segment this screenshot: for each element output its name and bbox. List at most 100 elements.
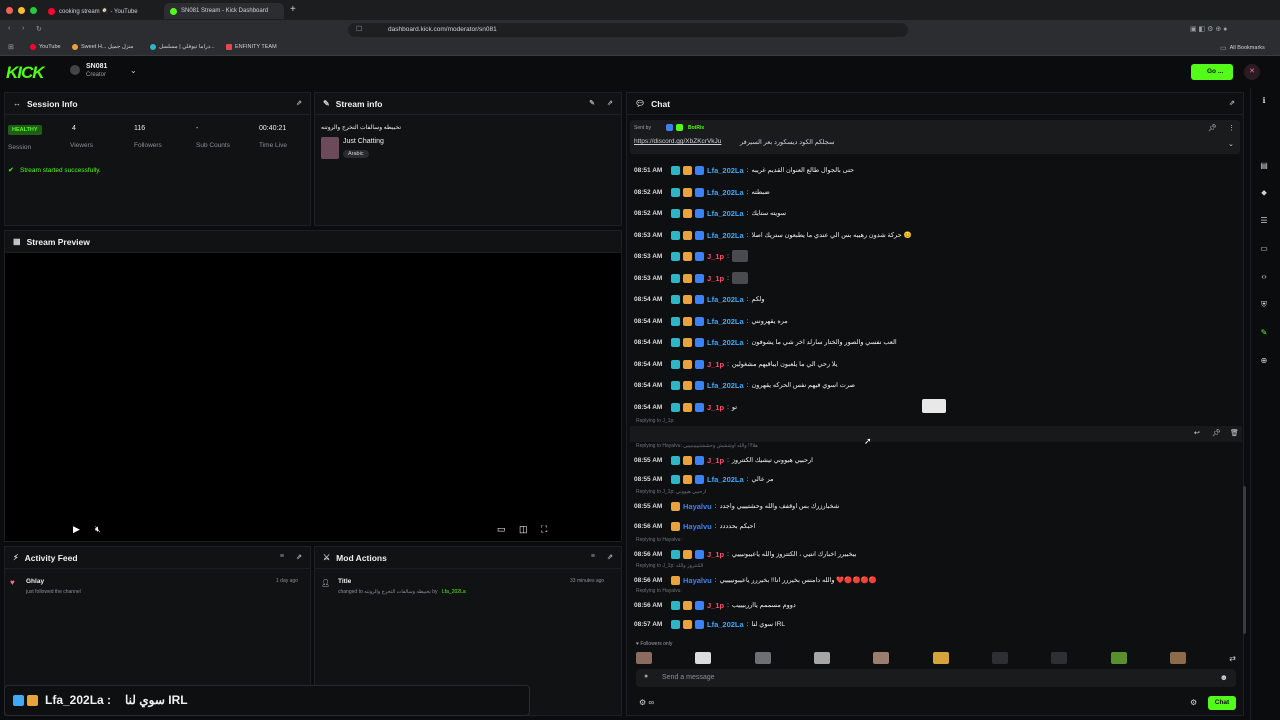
shield-icon[interactable]: ⛨ [1257,300,1271,314]
close-window-button[interactable] [6,7,13,14]
message-username[interactable]: J_1p [707,403,724,412]
reload-icon[interactable]: ↻ [36,25,42,33]
chat-message[interactable]: 08:52 AM Lfa_202La: ضبطته [634,185,770,199]
chat-message[interactable]: 08:55 AM J_1p: ارحبيي هيووني تيشيك الكتترو… [634,453,813,467]
emote-icon[interactable] [754,652,771,664]
emote-icon[interactable] [695,652,712,664]
message-username[interactable]: J_1p [707,360,724,369]
reply-context[interactable]: Replying to J_1p: الكتتروز والله [636,563,703,569]
chat-message[interactable]: 08:56 AM J_1p: دووم مسممم ياارربيييب [634,598,796,612]
emote-icon[interactable] [932,652,949,664]
chat-message[interactable]: 08:56 AM Hayalvu: احبكم بحدددد [634,519,755,533]
all-bookmarks[interactable]: ▭ All Bookmarks [1220,44,1265,52]
settings-icon[interactable]: ⚙ [1190,698,1197,707]
bookmark-drama[interactable]: دراما تيوفلي | مسلسل... [150,44,215,50]
minimize-window-button[interactable] [18,7,25,14]
chat-message[interactable]: 08:54 AM J_1p: يلا رحي الي ما يلعبون ايباق… [634,357,838,371]
filter-icon[interactable]: ≡ [280,553,284,560]
send-chat-button[interactable]: Chat [1208,696,1236,710]
message-username[interactable]: J_1p [707,456,724,465]
chat-input[interactable]: ● Send a message ☻ [636,669,1236,687]
chat-message[interactable]: 08:55 AM Hayalvu: شخبارزرك بس اوقفف والله … [634,499,839,513]
chat-message[interactable]: 08:56 AM Hayalvu: والله دامنس بخيررر انا!!… [634,573,877,587]
go-live-button[interactable]: Go ... [1191,64,1233,80]
extensions-icon[interactable]: ▣ ◧ ⚙ ⊕ ● [1190,25,1227,33]
bookmark-youtube[interactable]: YouTube [30,44,61,50]
reply-icon[interactable]: ↩ [1194,429,1200,437]
chat-message[interactable]: 08:53 AM J_1p: [634,271,748,285]
emote-icon[interactable] [813,652,830,664]
stream-category[interactable]: Just Chatting [343,138,384,145]
message-username[interactable]: Lfa_202La [707,209,744,218]
chat-message[interactable]: 08:51 AM Lfa_202La: حتى بالجوال طالع العنو… [634,163,854,177]
emote-icon[interactable] [1051,652,1068,664]
popout-icon[interactable]: ⇗ [607,553,613,561]
browser-tab-kick[interactable]: SN081 Stream - Kick Dashboard [164,3,284,19]
pointer-icon[interactable]: ⬥ [1257,188,1271,202]
comment-icon[interactable]: ▭ [1257,244,1271,258]
play-icon[interactable]: ▶ [73,524,80,535]
message-username[interactable]: Lfa_202La [707,381,744,390]
reply-context[interactable]: Replying to J_1p: ارحبيي هيووني [636,489,706,495]
message-username[interactable]: Lfa_202La [707,317,744,326]
info-icon[interactable]: ℹ [1257,96,1271,110]
chat-message[interactable]: 08:54 AM J_1p: تو [634,400,737,414]
chat-settings-icon[interactable]: ⚙ ∞ [639,698,654,707]
emote-icon[interactable] [873,652,890,664]
chat-scrollbar[interactable] [1243,486,1246,634]
filter-icon[interactable]: ≡ [591,553,595,560]
back-icon[interactable]: ‹ [8,25,10,32]
emote-icon[interactable] [1169,652,1186,664]
message-username[interactable]: Hayalvu [683,522,712,531]
code-icon[interactable]: ‹› [1257,272,1271,286]
chat-message[interactable]: 08:55 AM Lfa_202La: مر عالي [634,472,774,486]
message-username[interactable]: Lfa_202La [707,620,744,629]
message-username[interactable]: Lfa_202La [707,475,744,484]
delete-icon[interactable]: 🗑︎ [1230,429,1239,437]
chat-message[interactable]: 08:56 AM J_1p: بيخبيرر اخبارك انتيي ، الكت… [634,547,856,561]
maximize-window-button[interactable] [30,7,37,14]
chat-message[interactable]: 08:53 AM Lfa_202La: حركة شدون رهيبه بس الي… [634,228,912,242]
browser-tab-youtube[interactable]: cooking stream 🍳 - YouTube [42,3,162,19]
message-username[interactable]: Lfa_202La [707,231,744,240]
pinned-sender[interactable]: BotRix [688,125,704,131]
add-widget-icon[interactable]: ⊕ [1257,356,1271,370]
reply-context[interactable]: Replying to J_1p: [636,418,675,424]
popout-icon[interactable]: ⇗ [607,99,613,107]
more-options-icon[interactable]: ⋮ [1228,124,1235,132]
message-username[interactable]: Lfa_202La [707,295,744,304]
list-icon[interactable]: ☰ [1257,216,1271,230]
message-username[interactable]: Lfa_202La [707,188,744,197]
bookmark-sweet-home[interactable]: Sweet H... منزل جميل [72,44,133,50]
emote-icon[interactable] [636,652,652,664]
message-username[interactable]: J_1p [707,550,724,559]
chat-message[interactable]: 08:52 AM Lfa_202La: سويته ستايك [634,206,786,220]
reply-context[interactable]: Replying to Hayalvu: [636,537,682,543]
reply-context[interactable]: Replying to Hayalvu: [636,588,682,594]
address-bar[interactable]: dashboard.kick.com/moderator/sn081 [348,23,908,37]
profile-avatar-icon[interactable]: ✕ [1244,64,1260,80]
chat-message[interactable]: 08:53 AM J_1p: [634,249,748,263]
emoji-icon[interactable]: ☻ [1220,673,1228,682]
tools-icon[interactable]: ✎ [1257,328,1271,342]
theater-mode-icon[interactable]: ▭ [497,524,506,535]
mod-action-user[interactable]: Lfa_202La [442,589,466,595]
message-username[interactable]: J_1p [707,274,724,283]
emote-icon[interactable] [991,652,1008,664]
edit-icon[interactable]: ✎ [589,99,595,107]
new-tab-button[interactable]: + [290,4,296,15]
message-username[interactable]: Lfa_202La [707,338,744,347]
kick-logo[interactable]: KICK [6,63,45,83]
chat-message[interactable]: 08:54 AM Lfa_202La: مره يقهرونني [634,314,788,328]
message-username[interactable]: Hayalvu [683,576,712,585]
popout-icon[interactable]: ⇗ [296,553,302,561]
forward-icon[interactable]: › [22,25,24,32]
message-username[interactable]: J_1p [707,252,724,261]
mute-icon[interactable]: 🔇︎ [95,524,101,535]
apps-grid-icon[interactable]: ⊞ [8,43,14,51]
layout-icon[interactable]: ▤ [1257,161,1271,175]
pinned-link[interactable]: https://discord.gg/XbZKcrVkJu [634,138,721,145]
reply-context[interactable]: Replying to Hayalvu: هلا!!! والله اوششش … [636,443,758,449]
emote-icon[interactable] [1110,652,1127,664]
message-username[interactable]: Lfa_202La [707,166,744,175]
